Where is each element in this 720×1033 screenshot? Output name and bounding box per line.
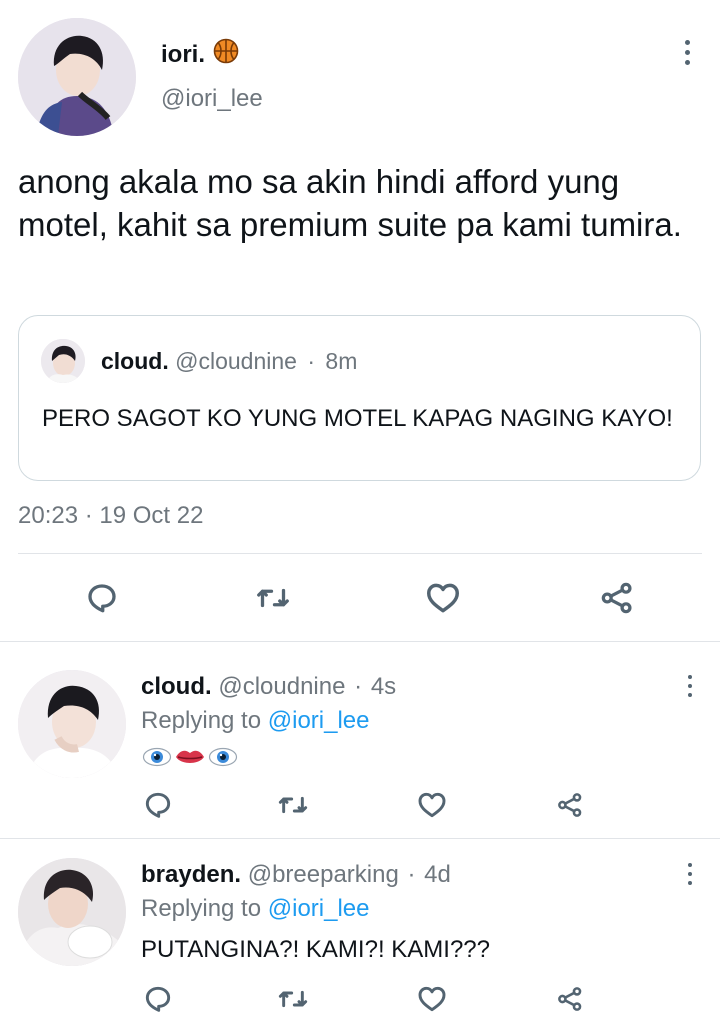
- reply-handle[interactable]: @breeparking: [248, 861, 399, 888]
- reply-avatar[interactable]: [18, 858, 126, 966]
- quoted-text: PERO SAGOT KO YUNG MOTEL KAPAG NAGING KA…: [42, 405, 673, 432]
- like-icon[interactable]: [414, 787, 450, 823]
- lips-icon: [174, 746, 206, 773]
- author-handle[interactable]: @iori_lee: [161, 85, 263, 113]
- retweet-icon[interactable]: [275, 787, 311, 823]
- quoted-tweet[interactable]: cloud. @cloudnine · 8m PERO SAGOT KO YUN…: [18, 315, 701, 481]
- quoted-handle: @cloudnine: [175, 348, 297, 374]
- reply-text: PUTANGINA?! KAMI?! KAMI???: [141, 936, 490, 963]
- reply-meta: brayden. @breeparking · 4d: [141, 861, 451, 889]
- replying-to: Replying to @iori_lee: [141, 895, 370, 923]
- quoted-author-avatar: [41, 339, 85, 383]
- reply-handle[interactable]: @cloudnine: [218, 673, 345, 700]
- tweet-text: anong akala mo sa akin hindi afford yung…: [18, 163, 682, 243]
- quoted-author-name: cloud.: [101, 348, 169, 374]
- quoted-separator: ·: [307, 348, 316, 374]
- retweet-icon[interactable]: [253, 578, 293, 618]
- replying-to: Replying to @iori_lee: [141, 707, 370, 735]
- like-icon[interactable]: [422, 578, 464, 618]
- more-options-icon[interactable]: [675, 34, 699, 70]
- quoted-meta: cloud. @cloudnine · 8m: [101, 348, 357, 375]
- reply-separator: ·: [407, 861, 416, 888]
- author-avatar[interactable]: [18, 18, 136, 136]
- divider: [0, 641, 720, 642]
- reply-separator: ·: [354, 673, 363, 700]
- basketball-icon: [213, 38, 239, 71]
- reply-icon[interactable]: [140, 787, 176, 823]
- more-options-icon[interactable]: [678, 668, 702, 704]
- divider: [18, 553, 702, 554]
- share-icon[interactable]: [554, 983, 586, 1015]
- reply-avatar[interactable]: [18, 670, 126, 778]
- replying-to-label: Replying to: [141, 707, 262, 734]
- eye-icon: [208, 746, 238, 773]
- author-name-text: iori.: [161, 40, 206, 68]
- like-icon[interactable]: [414, 981, 450, 1017]
- eye-icon: [142, 746, 172, 773]
- reply-time: 4d: [424, 861, 451, 888]
- reply-meta: cloud. @cloudnine · 4s: [141, 673, 396, 701]
- tweet-timestamp[interactable]: 20:23 · 19 Oct 22: [18, 502, 203, 530]
- author-name[interactable]: iori.: [161, 38, 239, 71]
- share-icon[interactable]: [554, 789, 586, 821]
- reply-icon[interactable]: [140, 981, 176, 1017]
- replying-to-link[interactable]: @iori_lee: [268, 707, 370, 734]
- divider: [0, 838, 720, 839]
- reply-author-name[interactable]: brayden.: [141, 861, 241, 888]
- replying-to-link[interactable]: @iori_lee: [268, 895, 370, 922]
- more-options-icon[interactable]: [678, 856, 702, 892]
- share-icon[interactable]: [597, 578, 637, 618]
- reply-emoji-text: [142, 746, 238, 773]
- replying-to-label: Replying to: [141, 895, 262, 922]
- reply-icon[interactable]: [82, 578, 122, 618]
- retweet-icon[interactable]: [275, 981, 311, 1017]
- reply-author-name[interactable]: cloud.: [141, 673, 212, 700]
- quoted-time: 8m: [325, 348, 358, 374]
- reply-time: 4s: [370, 673, 397, 700]
